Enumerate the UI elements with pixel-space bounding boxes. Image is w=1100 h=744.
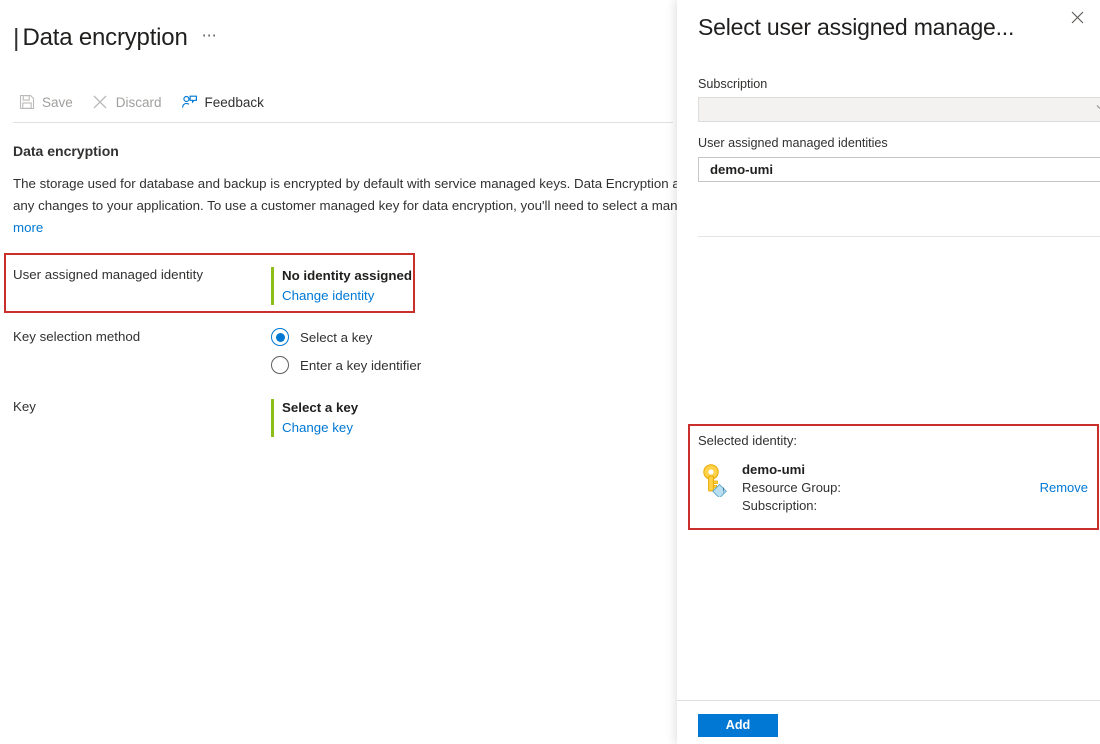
- page-title: Data encryption: [23, 24, 188, 52]
- selected-identity-subscription: Subscription:: [742, 497, 1040, 515]
- identity-value-text: No identity assigned: [282, 266, 412, 285]
- key-selection-radio-group: Select a key Enter a key identifier: [271, 328, 421, 374]
- data-encryption-blade: | Data encryption ⋯ Save: [0, 0, 677, 744]
- description-line-2: any changes to your application. To use …: [13, 195, 675, 217]
- panel-list-divider: [698, 236, 1100, 237]
- command-bar-divider: [13, 122, 673, 123]
- save-button[interactable]: Save: [18, 94, 73, 111]
- feedback-person-icon: [181, 94, 198, 111]
- radio-enter-a-key-identifier[interactable]: Enter a key identifier: [271, 356, 421, 374]
- description-line-1: The storage used for database and backup…: [13, 176, 677, 191]
- remove-identity-link[interactable]: Remove: [1040, 461, 1090, 495]
- title-bar-glyph: |: [13, 26, 20, 51]
- row-label-key: Key: [13, 398, 271, 414]
- azure-portal-screen: | Data encryption ⋯ Save: [0, 0, 1100, 744]
- radio-unselected-icon: [271, 356, 289, 374]
- feedback-button-label: Feedback: [205, 95, 264, 110]
- svg-text:!: !: [722, 487, 724, 494]
- add-button[interactable]: Add: [698, 714, 778, 737]
- discard-button[interactable]: Discard: [92, 94, 162, 111]
- row-key-selection-method: Key selection method Select a key Enter …: [13, 328, 421, 374]
- selected-identity-card: Selected identity: !: [689, 425, 1100, 529]
- discard-button-label: Discard: [116, 95, 162, 110]
- key-value-text: Select a key: [282, 398, 358, 417]
- section-heading: Data encryption: [13, 143, 119, 159]
- identity-list-item[interactable]: demo-umi: [698, 157, 1100, 182]
- radio-select-a-key-label: Select a key: [300, 330, 372, 345]
- command-bar: Save Discard Feedback: [18, 90, 283, 114]
- learn-more-link[interactable]: more: [13, 217, 675, 239]
- radio-select-a-key[interactable]: Select a key: [271, 328, 421, 346]
- identity-list-item-name: demo-umi: [710, 162, 773, 177]
- selected-identity-heading: Selected identity:: [698, 433, 797, 448]
- save-disk-icon: [18, 94, 35, 111]
- key-identity-icon: !: [698, 461, 732, 499]
- radio-selected-icon: [271, 328, 289, 346]
- selected-identity-name: demo-umi: [742, 461, 1040, 479]
- section-description: The storage used for database and backup…: [13, 173, 675, 239]
- change-key-link[interactable]: Change key: [282, 417, 353, 438]
- selected-identity-resource-group: Resource Group:: [742, 479, 1040, 497]
- user-assigned-identities-label: User assigned managed identities: [698, 136, 888, 150]
- panel-title: Select user assigned manage...: [698, 12, 1014, 41]
- selected-identity-details: demo-umi Resource Group: Subscription:: [742, 461, 1040, 515]
- close-x-icon: [92, 94, 109, 111]
- radio-enter-key-identifier-label: Enter a key identifier: [300, 358, 421, 373]
- select-user-assigned-managed-identity-panel: Select user assigned manage... Subscript…: [677, 0, 1100, 744]
- feedback-button[interactable]: Feedback: [181, 94, 264, 111]
- save-button-label: Save: [42, 95, 73, 110]
- selected-identity-row: ! demo-umi Resource Group: Subscription:…: [698, 461, 1090, 515]
- row-label-identity: User assigned managed identity: [13, 266, 271, 282]
- row-label-key-selection: Key selection method: [13, 328, 271, 344]
- row-key: Key Select a key Change key: [13, 398, 358, 438]
- ellipsis-icon[interactable]: ⋯: [202, 28, 219, 49]
- row-user-assigned-managed-identity: User assigned managed identity No identi…: [13, 266, 412, 306]
- panel-header: Select user assigned manage...: [698, 0, 1100, 52]
- chevron-down-icon: [1095, 101, 1100, 119]
- blade-title-row: | Data encryption ⋯: [13, 24, 218, 52]
- change-identity-link[interactable]: Change identity: [282, 285, 374, 306]
- panel-footer-divider: [677, 700, 1100, 701]
- subscription-label: Subscription: [698, 77, 767, 91]
- row-value-identity: No identity assigned Change identity: [271, 266, 412, 306]
- row-value-key: Select a key Change key: [271, 398, 358, 438]
- close-icon[interactable]: [1062, 2, 1092, 32]
- subscription-dropdown[interactable]: [698, 97, 1100, 122]
